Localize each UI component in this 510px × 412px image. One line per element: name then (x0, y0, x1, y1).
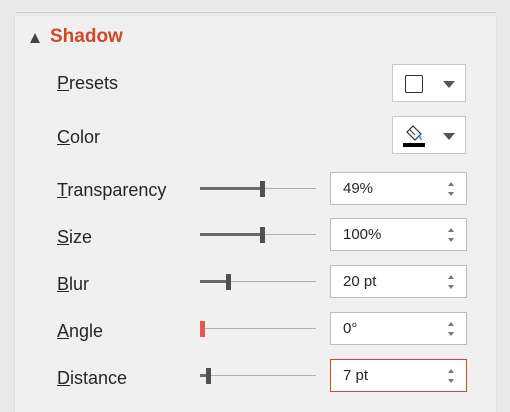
presets-dropdown[interactable] (392, 64, 466, 102)
angle-label: Angle (57, 321, 104, 341)
slider-thumb[interactable] (206, 368, 211, 384)
distance-value: 7 pt (343, 367, 369, 384)
collapse-arrow-icon[interactable] (30, 32, 40, 43)
chevron-down-icon (443, 81, 455, 88)
spin-up-icon[interactable] (448, 228, 454, 232)
transparency-value: 49% (343, 180, 374, 197)
spin-down-icon[interactable] (448, 192, 454, 196)
slider-fill (200, 187, 260, 190)
size-value: 100% (343, 226, 382, 243)
distance-slider[interactable] (200, 365, 316, 387)
slider-track (200, 328, 316, 329)
angle-slider[interactable] (200, 318, 316, 340)
spin-down-icon[interactable] (448, 285, 454, 289)
size-label: Size (57, 227, 93, 247)
distance-spinner[interactable]: 7 pt (330, 359, 467, 392)
slider-thumb[interactable] (200, 321, 205, 337)
slider-thumb[interactable] (226, 274, 231, 290)
size-spinner[interactable]: 100% (330, 218, 467, 251)
color-label: Color (57, 127, 101, 147)
shadow-preset-icon (405, 75, 423, 93)
blur-value: 20 pt (343, 273, 377, 290)
section-title: Shadow (50, 26, 123, 47)
paint-bucket-icon (403, 125, 425, 147)
blur-slider[interactable] (200, 271, 316, 293)
slider-thumb[interactable] (260, 181, 265, 197)
spin-up-icon[interactable] (448, 275, 454, 279)
slider-fill (200, 280, 226, 283)
spin-down-icon[interactable] (448, 238, 454, 242)
slider-fill (200, 233, 260, 236)
spin-down-icon[interactable] (448, 379, 454, 383)
spin-up-icon[interactable] (448, 182, 454, 186)
angle-spinner[interactable]: 0° (330, 312, 467, 345)
slider-track (200, 375, 316, 376)
transparency-slider[interactable] (200, 178, 316, 200)
spin-up-icon[interactable] (448, 322, 454, 326)
blur-spinner[interactable]: 20 pt (330, 265, 467, 298)
pane-top-divider (16, 12, 496, 13)
angle-value: 0° (343, 320, 358, 337)
size-slider[interactable] (200, 224, 316, 246)
chevron-down-icon (443, 133, 455, 140)
shadow-section-header[interactable]: Shadow (30, 26, 123, 48)
transparency-label: Transparency (57, 180, 167, 200)
blur-label: Blur (57, 274, 90, 294)
presets-label: Presets (57, 73, 119, 93)
spin-down-icon[interactable] (448, 332, 454, 336)
slider-thumb[interactable] (260, 227, 265, 243)
distance-label: Distance (57, 368, 128, 388)
color-dropdown[interactable] (392, 116, 466, 154)
transparency-spinner[interactable]: 49% (330, 172, 467, 205)
spin-up-icon[interactable] (448, 369, 454, 373)
